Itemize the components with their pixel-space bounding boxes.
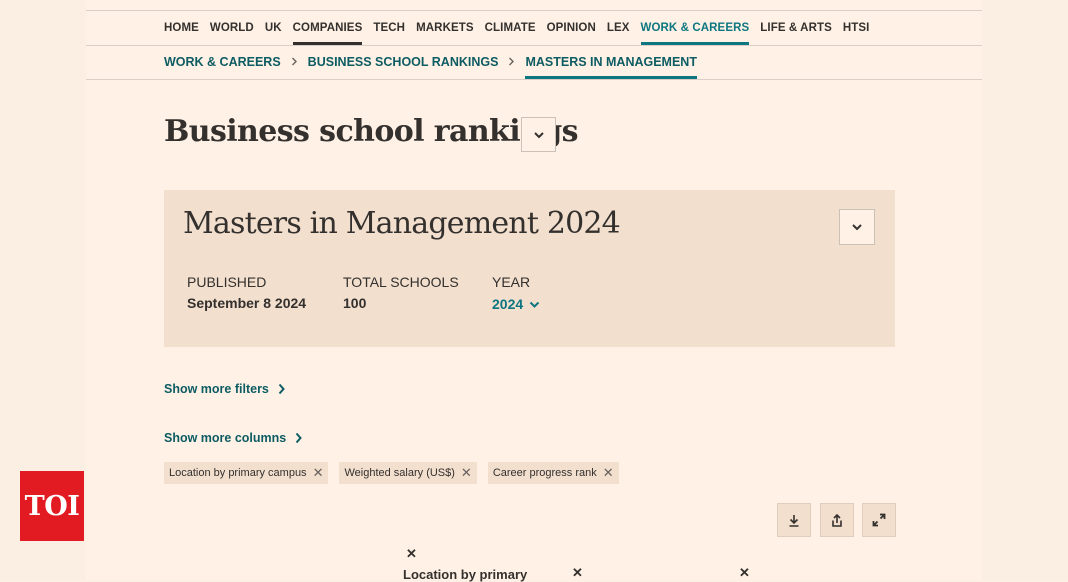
total-schools-label: TOTAL SCHOOLS [343,274,459,290]
remove-column-location-button[interactable]: ✕ [406,546,417,562]
chevron-down-icon [533,131,544,138]
breadcrumb-work-careers[interactable]: WORK & CAREERS [164,45,281,79]
expand-icon [872,513,886,527]
remove-column-career-button[interactable]: ✕ [739,565,750,581]
download-button[interactable] [777,503,811,537]
total-schools-meta: TOTAL SCHOOLS 100 [343,274,459,311]
toi-logo: TOI [20,471,84,541]
chip-label: Career progress rank [492,467,597,479]
toi-logo-text: TOI [24,490,80,522]
published-value: September 8 2024 [187,295,307,311]
right-gutter [982,0,1068,580]
published-label: PUBLISHED [187,274,267,290]
chevron-right-icon [508,55,515,69]
nav-lex[interactable]: LEX [607,11,630,45]
year-label: YEAR [492,274,531,290]
remove-column-salary-button[interactable]: ✕ [572,565,583,581]
chevron-right-icon [296,432,303,444]
show-more-filters-link[interactable]: Show more filters [164,382,285,396]
chip-label: Weighted salary (US$) [344,467,455,479]
breadcrumb-business-school-rankings[interactable]: BUSINESS SCHOOL RANKINGS [308,45,499,79]
close-icon[interactable]: ✕ [461,465,472,481]
column-chips: Location by primary campus ✕ Weighted sa… [164,462,619,484]
ranking-summary-card: Masters in Management 2024 PUBLISHED Sep… [164,190,895,347]
year-meta: YEAR 2024 [492,274,540,312]
expand-button[interactable] [862,503,896,537]
nav-htsi[interactable]: HTSI [843,11,870,45]
chip-label: Location by primary campus [169,467,307,479]
breadcrumb: WORK & CAREERS BUSINESS SCHOOL RANKINGS … [86,45,982,80]
nav-opinion[interactable]: OPINION [547,11,596,45]
year-select[interactable]: 2024 [492,296,540,312]
nav-life-arts[interactable]: LIFE & ARTS [760,11,832,45]
chevron-down-icon [852,224,862,231]
nav-companies[interactable]: COMPANIES [292,11,363,45]
chip-career-progress: Career progress rank ✕ [487,462,619,484]
published-meta: PUBLISHED September 8 2024 [187,274,306,311]
chip-weighted-salary: Weighted salary (US$) ✕ [339,462,477,484]
nav-tech[interactable]: TECH [373,11,405,45]
nav-climate[interactable]: CLIMATE [485,11,536,45]
nav-work-careers[interactable]: WORK & CAREERS [640,11,750,45]
rankings-dropdown-button[interactable] [521,117,556,152]
nav-world[interactable]: WORLD [210,11,254,45]
nav-markets[interactable]: MARKETS [416,11,474,45]
close-icon[interactable]: ✕ [313,465,324,481]
page-title: Business school rankings [164,114,579,149]
total-schools-value: 100 [343,295,367,311]
share-button[interactable] [820,503,854,537]
chevron-right-icon [278,383,285,395]
chevron-down-icon [529,301,540,308]
ranking-title: Masters in Management 2024 [183,206,621,241]
show-more-columns-link[interactable]: Show more columns [164,431,303,445]
show-more-columns-label: Show more columns [164,431,287,445]
year-value: 2024 [492,296,524,312]
chip-location: Location by primary campus ✕ [164,462,329,484]
close-icon[interactable]: ✕ [603,465,614,481]
show-more-filters-label: Show more filters [164,382,269,396]
share-icon [832,513,842,527]
top-navigation: HOME WORLD UK COMPANIES TECH MARKETS CLI… [86,10,982,46]
nav-home[interactable]: HOME [164,11,199,45]
breadcrumb-masters-in-management[interactable]: MASTERS IN MANAGEMENT [525,45,697,79]
download-icon [789,514,799,527]
ranking-dropdown-button[interactable] [839,209,875,245]
chevron-right-icon [291,55,298,69]
nav-uk[interactable]: UK [265,11,282,45]
